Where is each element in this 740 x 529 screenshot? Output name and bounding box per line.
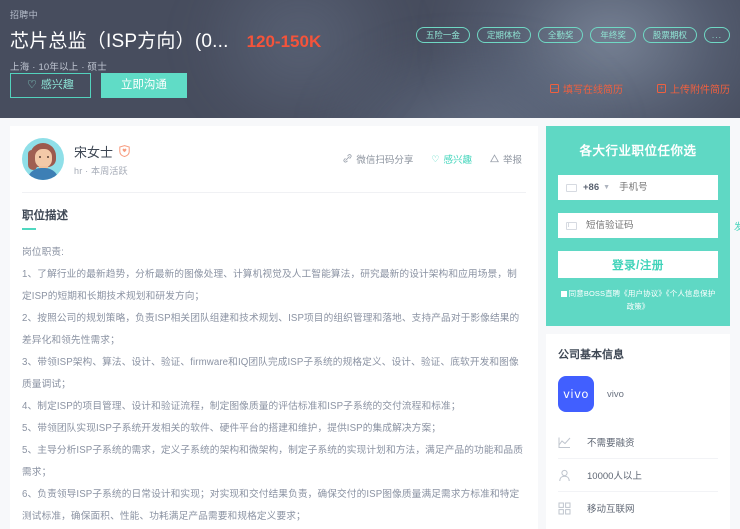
interest-action-label: 感兴趣 xyxy=(443,155,472,166)
login-card: 各大行业职位任你选 +86 ▼ 发送验证码 登录/注册 同意BOSS直聘《用户协… xyxy=(546,126,740,326)
interest-action[interactable]: ♡ 感兴趣 xyxy=(431,152,472,166)
benefit-tag[interactable]: 五险一金 xyxy=(415,27,470,43)
heart-icon: ♡ xyxy=(27,78,37,91)
job-description-section: 职位描述 xyxy=(22,207,526,230)
company-logo[interactable]: vivo xyxy=(558,376,594,412)
agreement-row[interactable]: 同意BOSS直聘《用户协议》《个人信息保护政策》 xyxy=(558,287,718,313)
jd-line: 6、负责领导ISP子系统的日常设计和实现；对实现和交付结果负责，确保交付的ISP… xyxy=(22,489,520,522)
interest-button-label: 感兴趣 xyxy=(40,78,74,91)
sms-input-row[interactable]: 发送验证码 xyxy=(558,213,740,238)
upload-resume-label: 上传附件简历 xyxy=(670,85,730,96)
jd-line: 3、带领ISP架构、算法、设计、验证、firmware和IQ团队完成ISP子系统… xyxy=(22,357,519,390)
wechat-share-action[interactable]: 微信扫码分享 xyxy=(343,152,413,166)
avatar-body xyxy=(27,168,59,180)
online-resume-icon: — xyxy=(550,84,559,93)
sidebar: 各大行业职位任你选 +86 ▼ 发送验证码 登录/注册 同意BOSS直聘《用户协… xyxy=(546,126,740,529)
resume-links: — 填写在线简历 + 上传附件简历 xyxy=(550,81,730,96)
company-size-label: 10000人以上 xyxy=(587,471,642,482)
jd-line: 4、制定ISP的项目管理、设计和验证流程，制定图像质量的评估标准和ISP子系统的… xyxy=(22,401,461,412)
chevron-down-icon[interactable]: ▼ xyxy=(603,184,610,191)
link-share-icon xyxy=(343,153,352,165)
fill-online-resume-link[interactable]: — 填写在线简历 xyxy=(550,81,623,96)
chat-now-button[interactable]: 立即沟通 xyxy=(100,72,187,98)
jd-line: 5、带领团队实现ISP子系统开发相关的软件、硬件平台的搭建和维护，提供ISP的集… xyxy=(22,423,442,434)
grid-icon xyxy=(558,502,571,515)
benefit-tag[interactable]: 股票期权 xyxy=(642,27,697,43)
wechat-share-label: 微信扫码分享 xyxy=(356,155,414,166)
phone-input[interactable] xyxy=(619,182,740,193)
person-icon xyxy=(558,469,571,482)
envelope-icon xyxy=(566,221,577,230)
sms-code-input[interactable] xyxy=(586,220,718,231)
company-funding-label: 不需要融资 xyxy=(587,438,635,449)
company-name[interactable]: vivo xyxy=(607,389,624,400)
job-title: 芯片总监（ISP方向）(0... xyxy=(10,31,229,52)
heart-icon: ♡ xyxy=(431,153,440,164)
phone-input-row[interactable]: +86 ▼ xyxy=(558,175,740,200)
company-info-list: 不需要融资 10000人以上 移动互联网 xyxy=(558,426,718,524)
interest-button[interactable]: ♡ 感兴趣 xyxy=(10,72,91,98)
benefit-tag[interactable]: 全勤奖 xyxy=(537,27,584,43)
jd-line: 5、主导分析ISP子系统的需求，定义子系统的架构和微架构，制定子系统的实现计划和… xyxy=(22,445,523,478)
recruiter-names: 宋女士 hr · 本周活跃 xyxy=(74,142,130,177)
main-column: 宋女士 hr · 本周活跃 微信扫码分享 ♡ 感兴趣 举报 职位描述 岗位职责:… xyxy=(10,126,538,529)
upload-resume-icon: + xyxy=(657,84,666,93)
benefit-tag-more[interactable]: ... xyxy=(703,27,730,43)
recruiter-name[interactable]: 宋女士 xyxy=(74,142,113,161)
verified-shield-icon xyxy=(119,145,130,157)
updated-timestamp: 更新于：2021-08-17 xyxy=(558,524,718,529)
benefit-tag[interactable]: 定期体检 xyxy=(476,27,531,43)
page-body: 宋女士 hr · 本周活跃 微信扫码分享 ♡ 感兴趣 举报 职位描述 岗位职责:… xyxy=(0,118,740,529)
avatar-eye-right xyxy=(47,156,49,158)
company-info-card: 公司基本信息 vivo vivo 不需要融资 10000人以上 移动互联网 xyxy=(546,334,730,529)
agreement-text[interactable]: 同意BOSS直聘《用户协议》《个人信息保护政策》 xyxy=(569,289,716,311)
recruiter-actions: 微信扫码分享 ♡ 感兴趣 举报 xyxy=(343,152,526,166)
company-section-title: 公司基本信息 xyxy=(558,349,624,361)
chart-line-icon xyxy=(558,436,571,449)
send-code-button[interactable]: 发送验证码 xyxy=(734,219,740,233)
country-code[interactable]: +86 xyxy=(583,182,599,193)
section-title: 职位描述 xyxy=(22,210,68,222)
recruiter-name-line: 宋女士 xyxy=(74,142,130,161)
flag-icon xyxy=(566,183,577,192)
recruiter-row: 宋女士 hr · 本周活跃 微信扫码分享 ♡ 感兴趣 举报 xyxy=(22,138,526,193)
company-info-row-industry: 移动互联网 xyxy=(558,491,718,524)
recruiter-subtitle: hr · 本周活跃 xyxy=(74,165,128,176)
fill-online-resume-label: 填写在线简历 xyxy=(563,85,623,96)
section-underline xyxy=(22,228,36,230)
job-header: 招聘中 芯片总监（ISP方向）(0... 120-150K 上海 · 10年以上… xyxy=(0,0,740,118)
agreement-checkbox[interactable] xyxy=(560,291,567,298)
benefit-tag[interactable]: 年终奖 xyxy=(590,27,636,43)
company-info-row-size: 10000人以上 xyxy=(558,458,718,491)
warning-icon xyxy=(490,153,499,165)
report-label: 举报 xyxy=(502,155,522,166)
avatar-eye-left xyxy=(39,156,41,158)
jd-line: 岗位职责: xyxy=(22,247,64,258)
company-industry-label: 移动互联网 xyxy=(587,504,635,515)
job-meta: 上海 · 10年以上 · 硕士 xyxy=(10,62,107,73)
header-action-buttons: ♡ 感兴趣 立即沟通 xyxy=(10,72,187,98)
upload-resume-link[interactable]: + 上传附件简历 xyxy=(657,81,730,96)
avatar[interactable] xyxy=(22,138,64,180)
company-info-row-funding: 不需要融资 xyxy=(558,426,718,458)
company-logo-text: vivo xyxy=(563,387,589,401)
jd-line: 1、了解行业的最新趋势，分析最新的图像处理、计算机视觉及人工智能算法，研究最新的… xyxy=(22,269,517,302)
jd-line: 2、按照公司的规划策略，负责ISP相关团队组建和技术规划、ISP项目的组织管理和… xyxy=(22,313,520,346)
benefit-tags: 五险一金 定期体检 全勤奖 年终奖 股票期权 ... xyxy=(415,27,730,43)
salary-range: 120-150K xyxy=(246,32,322,51)
login-card-title: 各大行业职位任你选 xyxy=(579,144,697,158)
report-action[interactable]: 举报 xyxy=(490,152,522,166)
login-register-button[interactable]: 登录/注册 xyxy=(558,251,718,278)
job-description-body: 岗位职责: 1、了解行业的最新趋势，分析最新的图像处理、计算机视觉及人工智能算法… xyxy=(22,242,526,529)
company-brand[interactable]: vivo vivo xyxy=(558,376,718,412)
recruiting-status: 招聘中 xyxy=(10,10,38,20)
